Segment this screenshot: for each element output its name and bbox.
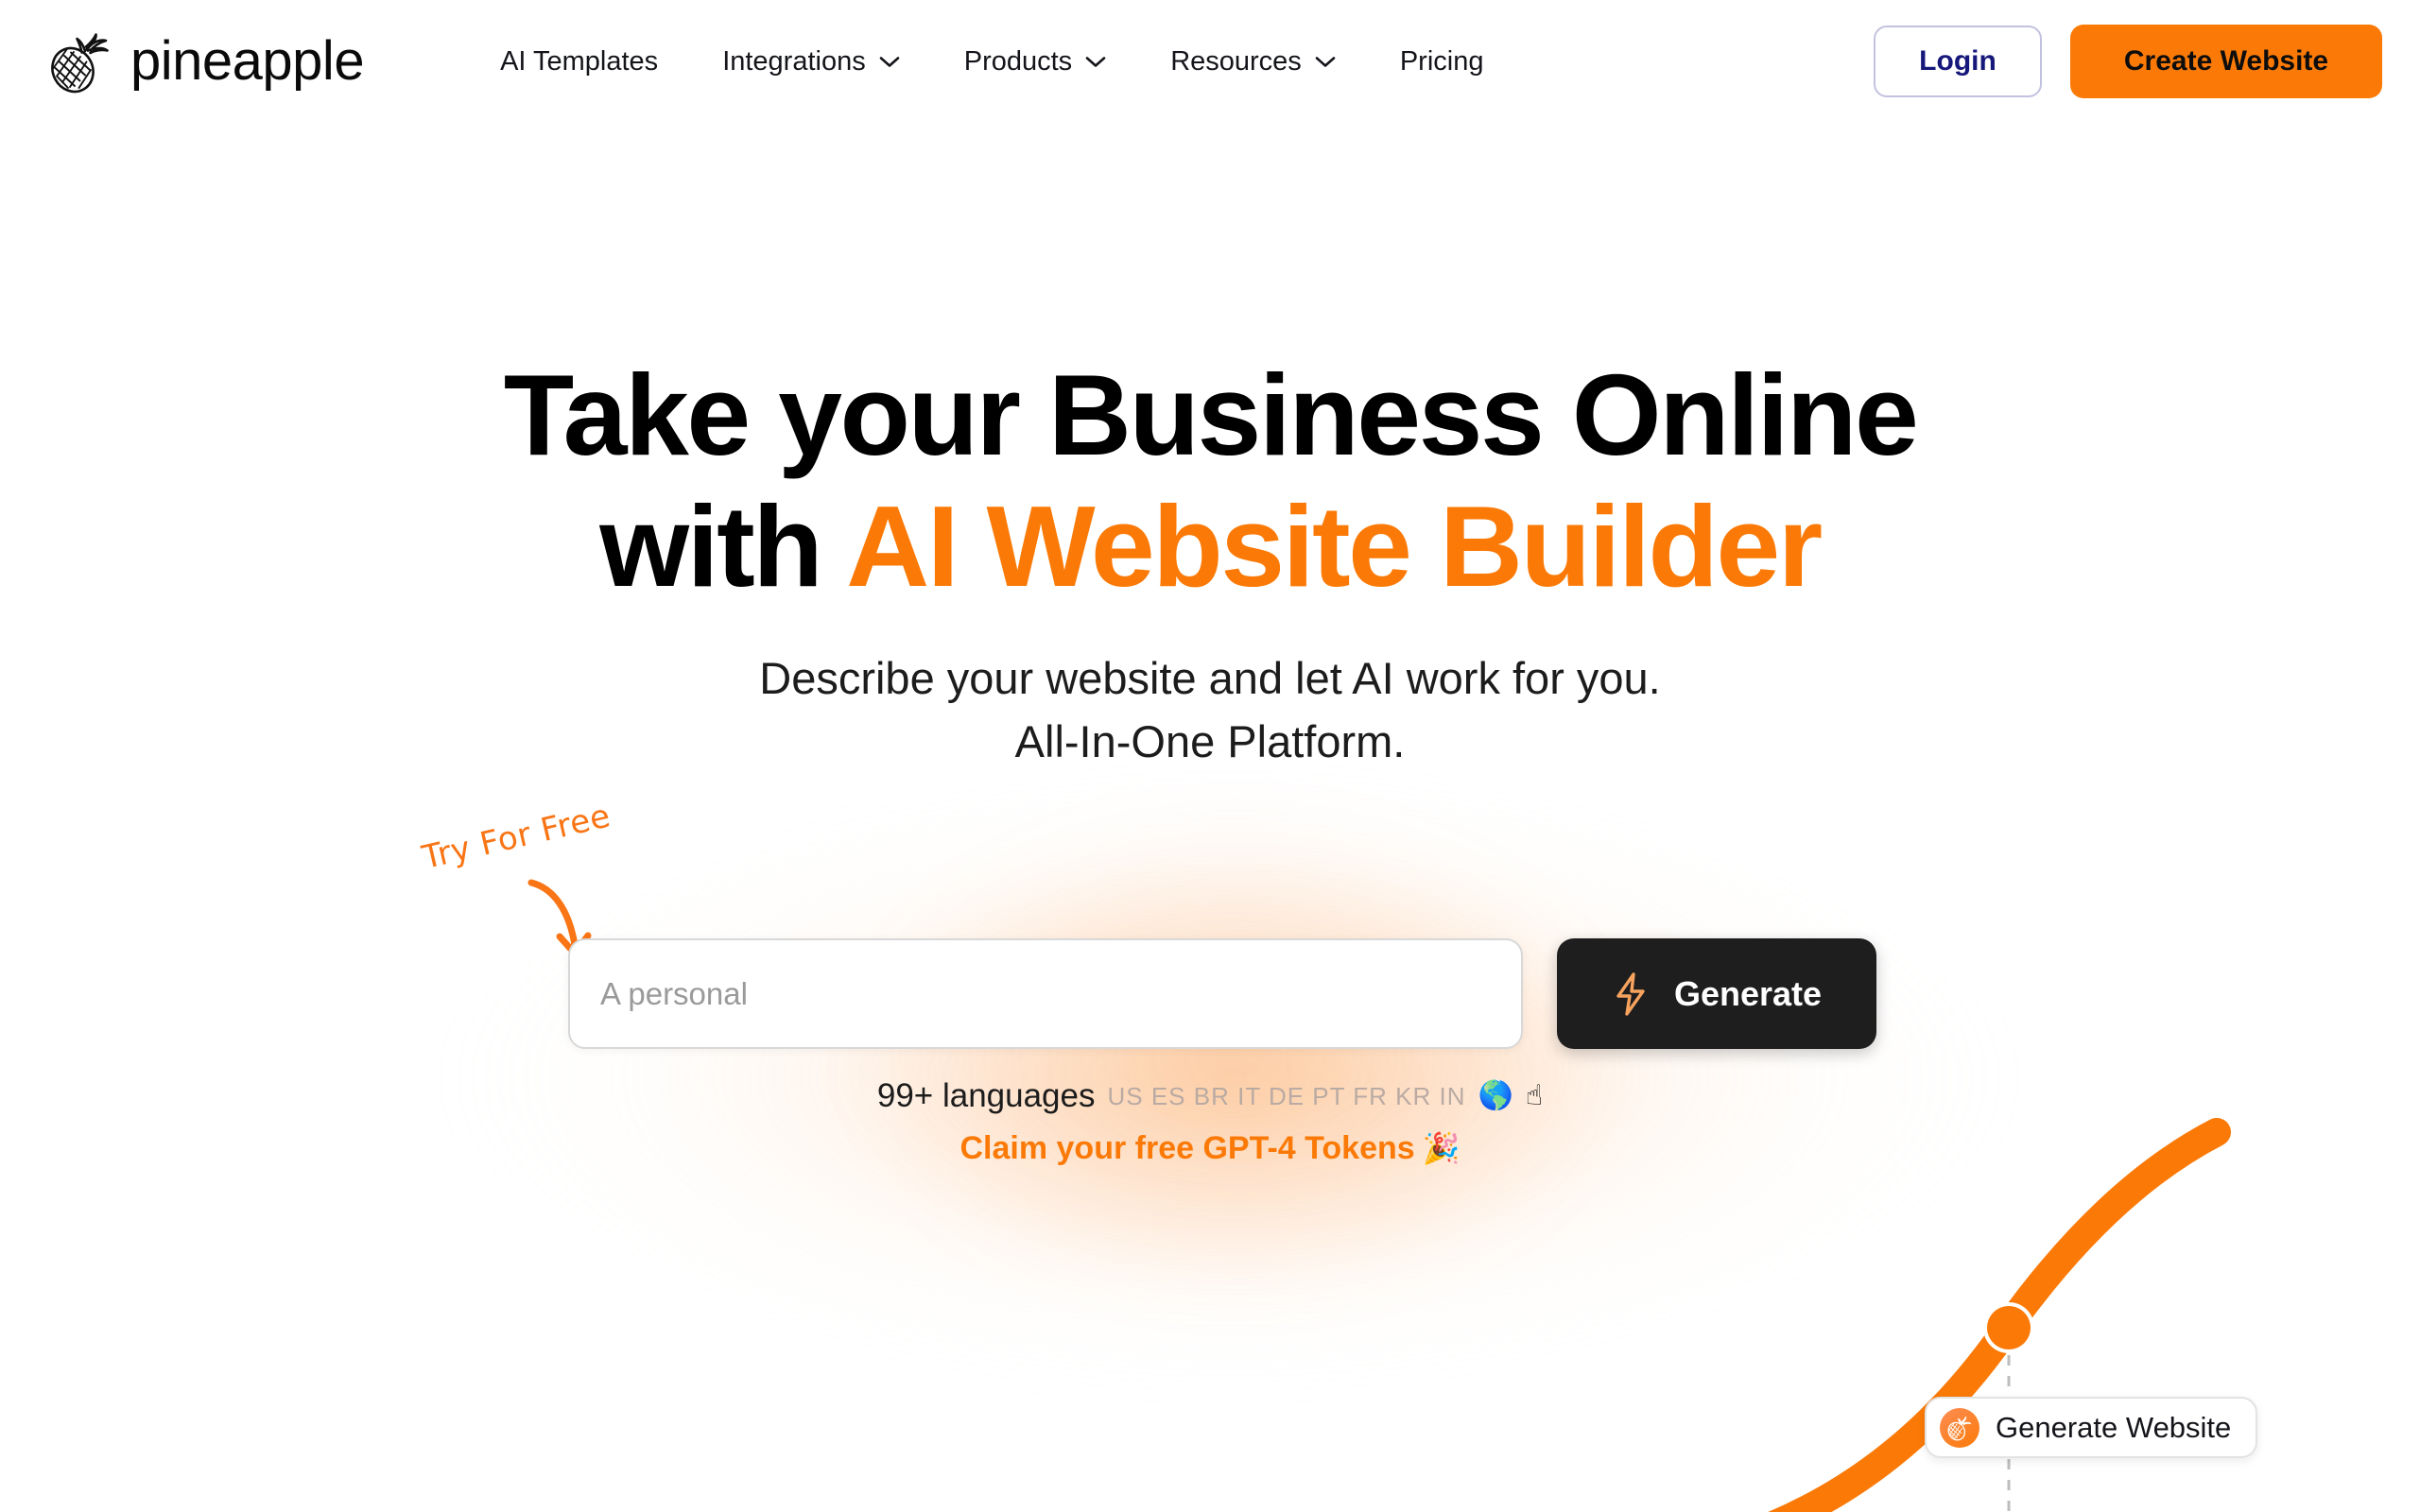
nav-item-label: Integrations — [722, 45, 866, 77]
pointing-hand-icon: ☝ — [1525, 1079, 1544, 1112]
hero-subtitle: Describe your website and let AI work fo… — [0, 647, 2420, 773]
pineapple-avatar-icon — [1940, 1407, 1979, 1448]
hero-background-glow-inner — [851, 813, 1626, 1304]
site-header: pineapple AI Templates Integrations Prod… — [0, 0, 2420, 123]
generate-button[interactable]: Generate — [1557, 938, 1876, 1049]
nav-item-products[interactable]: Products — [932, 35, 1138, 89]
page-root: pineapple AI Templates Integrations Prod… — [0, 0, 2420, 1512]
brand-logo[interactable]: pineapple — [47, 28, 365, 94]
nav-item-label: AI Templates — [500, 45, 659, 77]
hero-subtitle-line2: All-In-One Platform. — [1014, 715, 1406, 766]
claim-tokens-link[interactable]: Claim your free GPT-4 Tokens 🎉 — [0, 1130, 2420, 1167]
pineapple-icon — [51, 33, 109, 94]
prompt-row: Generate — [568, 938, 1876, 1049]
generate-website-pill[interactable]: Generate Website — [1925, 1397, 2258, 1458]
website-description-input[interactable] — [568, 938, 1523, 1049]
party-popper-icon: 🎉 — [1422, 1130, 1461, 1166]
brand-name: pineapple — [130, 30, 365, 92]
languages-count-label: 99+ languages — [876, 1077, 1096, 1114]
hero-title-line2-plain: with — [599, 482, 847, 611]
nav-item-resources[interactable]: Resources — [1138, 35, 1368, 89]
globe-icon: 🌎 — [1478, 1079, 1513, 1112]
languages-line: 99+ languages US ES BR IT DE PT FR KR IN… — [0, 1077, 2420, 1115]
chevron-down-icon — [1085, 56, 1106, 67]
nav-item-label: Pricing — [1399, 45, 1484, 77]
try-for-free-annotation: Try For Free — [419, 797, 614, 877]
hero-title-line1: Take your Business Online — [503, 351, 1919, 479]
hero-title-line2-accent: AI Website Builder — [846, 482, 1823, 611]
curve-point-dot — [1987, 1306, 2031, 1349]
nav-item-label: Resources — [1170, 45, 1302, 77]
growth-curve-graphic: Generate Website — [1739, 1115, 2420, 1512]
language-codes-label: US ES BR IT DE PT FR KR IN — [1107, 1081, 1466, 1110]
generate-website-pill-label: Generate Website — [1996, 1411, 2232, 1444]
nav-item-label: Products — [963, 45, 1073, 77]
generate-button-label: Generate — [1673, 973, 1823, 1013]
nav-item-integrations[interactable]: Integrations — [690, 35, 932, 89]
page-title: Take your Business Online with AI Websit… — [0, 350, 2420, 612]
lightning-bolt-icon — [1616, 971, 1645, 1016]
nav-item-pricing[interactable]: Pricing — [1368, 35, 1516, 89]
chevron-down-icon — [879, 56, 900, 67]
create-website-button[interactable]: Create Website — [2070, 25, 2382, 98]
main-navigation: AI Templates Integrations Products Resou… — [468, 35, 1515, 89]
hero-subtitle-line1: Describe your website and let AI work fo… — [759, 653, 1661, 703]
header-actions: Login Create Website — [1874, 25, 2382, 98]
nav-item-ai-templates[interactable]: AI Templates — [468, 35, 690, 89]
chevron-down-icon — [1315, 56, 1336, 67]
claim-tokens-label: Claim your free GPT-4 Tokens — [959, 1130, 1415, 1166]
login-button[interactable]: Login — [1874, 26, 2042, 97]
